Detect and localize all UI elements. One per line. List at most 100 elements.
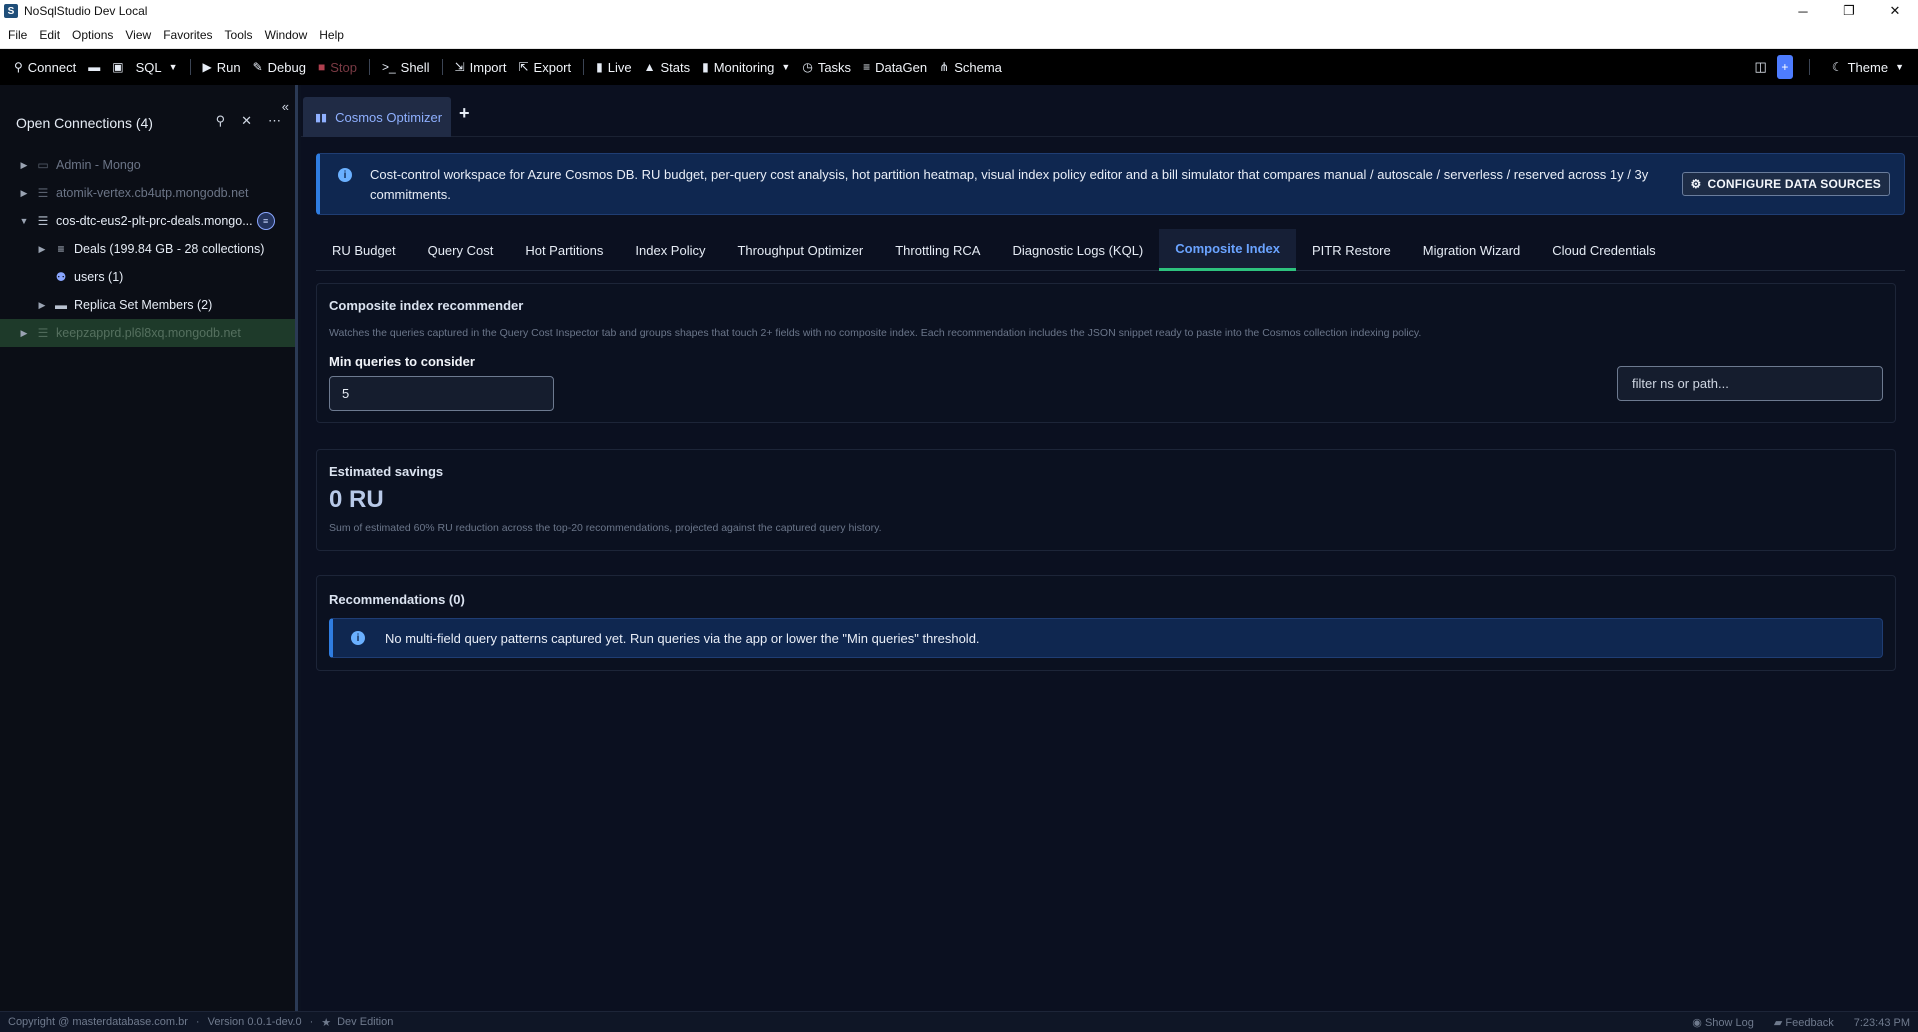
sql-dropdown[interactable]: SQL ▼: [130, 49, 184, 85]
clock-text: 7:23:43 PM: [1853, 1016, 1910, 1029]
menu-file[interactable]: File: [4, 28, 31, 42]
chart-area-icon: ▲: [643, 60, 656, 74]
menu-tools[interactable]: Tools: [221, 28, 257, 42]
toolbar-divider: [441, 59, 443, 75]
min-queries-input[interactable]: 5: [329, 376, 554, 411]
close-button[interactable]: ✕: [1872, 0, 1918, 22]
stop-button[interactable]: ■ Stop: [312, 49, 363, 85]
theme-dropdown[interactable]: ☾ Theme ▼: [1826, 49, 1910, 85]
tab-composite-index[interactable]: Composite Index: [1159, 229, 1296, 271]
database-item[interactable]: ▶ ≡ Deals (199.84 GB - 28 collections): [0, 235, 295, 263]
clock-icon: ◷: [802, 60, 813, 74]
tasks-button[interactable]: ◷ Tasks: [796, 49, 857, 85]
minimize-button[interactable]: ─: [1780, 0, 1826, 22]
savings-card: Estimated savings 0 RU Sum of estimated …: [316, 449, 1896, 551]
moon-icon: ☾: [1831, 60, 1843, 74]
export-icon: ⇱: [518, 60, 529, 74]
connection-item[interactable]: ▶ ▭ Admin - Mongo: [0, 151, 295, 179]
filter-input[interactable]: filter ns or path...: [1617, 366, 1883, 401]
chevron-right-icon[interactable]: ▶: [18, 160, 30, 171]
menu-favorites[interactable]: Favorites: [159, 28, 216, 42]
plug-icon: ⚲: [14, 60, 23, 74]
tab-migration-wizard[interactable]: Migration Wizard: [1407, 229, 1537, 271]
server-icon: ☰: [37, 186, 49, 200]
connection-item[interactable]: ▼ ☰ cos-dtc-eus2-plt-prc-deals.mongo... …: [0, 207, 295, 235]
menu-options[interactable]: Options: [68, 28, 117, 42]
caret-down-icon: ▼: [781, 62, 791, 72]
new-window-button[interactable]: +: [1776, 55, 1793, 79]
menu-window[interactable]: Window: [261, 28, 312, 42]
tab-cosmos-optimizer[interactable]: ▮▮ Cosmos Optimizer: [303, 97, 451, 137]
menu-view[interactable]: View: [121, 28, 155, 42]
window-controls: ─ ❐ ✕: [1780, 0, 1918, 22]
tab-throttling-rca[interactable]: Throttling RCA: [879, 229, 996, 271]
users-item[interactable]: ⚉ users (1): [0, 263, 295, 291]
tab-throughput-optimizer[interactable]: Throughput Optimizer: [721, 229, 879, 271]
menu-edit[interactable]: Edit: [35, 28, 64, 42]
recommendations-title: Recommendations (0): [329, 592, 465, 607]
savings-value: 0 RU: [329, 486, 384, 513]
debug-button[interactable]: ✎ Debug: [247, 49, 312, 85]
open-folder-button[interactable]: ▬: [82, 49, 106, 85]
tab-ru-budget[interactable]: RU Budget: [316, 229, 412, 271]
copyright-text: Copyright @ masterdatabase.com.br: [8, 1016, 188, 1028]
bar-chart-icon: ▮: [702, 60, 709, 74]
chevron-right-icon[interactable]: ▶: [36, 300, 48, 311]
import-icon: ⇲: [454, 60, 465, 74]
datagen-button[interactable]: ≡ DataGen: [857, 49, 933, 85]
savings-note: Sum of estimated 60% RU reduction across…: [329, 522, 882, 534]
schema-button[interactable]: ⋔ Schema: [933, 49, 1008, 85]
monitoring-dropdown[interactable]: ▮ Monitoring ▼: [696, 49, 796, 85]
feedback-button[interactable]: ▰ Feedback: [1774, 1016, 1834, 1029]
tab-query-cost[interactable]: Query Cost: [412, 229, 510, 271]
stats-button[interactable]: ▲ Stats: [638, 49, 697, 85]
database-badge-icon[interactable]: ≡: [256, 212, 275, 230]
more-icon[interactable]: ⋯: [268, 113, 281, 129]
empty-state-text: No multi-field query patterns captured y…: [385, 630, 980, 646]
tab-hot-partitions[interactable]: Hot Partitions: [509, 229, 619, 271]
save-button[interactable]: ▣: [106, 49, 129, 85]
menu-bar: File Edit Options View Favorites Tools W…: [0, 22, 1918, 49]
gear-icon: ⚙: [1690, 177, 1702, 191]
menu-help[interactable]: Help: [315, 28, 348, 42]
info-icon: i: [338, 168, 352, 182]
collapse-sidebar-icon[interactable]: «: [282, 99, 289, 114]
tab-cloud-credentials[interactable]: Cloud Credentials: [1536, 229, 1671, 271]
chevron-right-icon[interactable]: ▶: [18, 188, 30, 199]
main-panel: ▮▮ Cosmos Optimizer + i Cost-control wor…: [301, 85, 1918, 1011]
import-button[interactable]: ⇲ Import: [449, 49, 513, 85]
chevron-right-icon[interactable]: ▶: [18, 328, 30, 339]
tab-index-policy[interactable]: Index Policy: [619, 229, 721, 271]
sidebar-actions: ⚲ ✕ ⋯: [216, 113, 281, 129]
connection-item[interactable]: ▶ ☰ atomik-vertex.cb4utp.mongodb.net: [0, 179, 295, 207]
live-button[interactable]: ▮ Live: [590, 49, 637, 85]
configure-data-sources-button[interactable]: ⚙ CONFIGURE DATA SOURCES: [1681, 172, 1890, 196]
show-log-button[interactable]: ◉ Show Log: [1692, 1016, 1754, 1029]
replica-set-item[interactable]: ▶ ▬ Replica Set Members (2): [0, 291, 295, 319]
add-tab-button[interactable]: +: [459, 103, 470, 124]
maximize-button[interactable]: ❐: [1826, 0, 1872, 22]
chevron-right-icon[interactable]: ▶: [36, 244, 48, 255]
min-queries-label: Min queries to consider: [329, 354, 475, 369]
connect-button[interactable]: ⚲ Connect: [8, 49, 82, 85]
eye-icon: ◉: [1692, 1017, 1702, 1029]
tab-diagnostic-logs[interactable]: Diagnostic Logs (KQL): [996, 229, 1159, 271]
layout-panel-icon[interactable]: ◫: [1755, 59, 1767, 75]
monitor-icon: ▭: [37, 158, 49, 172]
tab-pitr-restore[interactable]: PITR Restore: [1296, 229, 1407, 271]
sidebar-header: Open Connections (4) « ⚲ ✕ ⋯: [0, 85, 295, 151]
sidebar-title: Open Connections (4): [16, 115, 153, 131]
chevron-down-icon[interactable]: ▼: [18, 216, 30, 226]
optimizer-tabs: RU Budget Query Cost Hot Partitions Inde…: [316, 229, 1905, 271]
recommender-card: Composite index recommender Watches the …: [316, 283, 1896, 423]
run-button[interactable]: ▶ Run: [197, 49, 247, 85]
search-icon[interactable]: ⚲: [216, 113, 226, 129]
status-bar: Copyright @ masterdatabase.com.br · Vers…: [0, 1011, 1918, 1032]
shell-button[interactable]: >_ Shell: [376, 49, 436, 85]
connection-item[interactable]: ▶ ☰ keepzapprd.pl6l8xq.mongodb.net: [0, 319, 295, 347]
comment-icon: ▰: [1773, 1017, 1783, 1029]
database-icon: ≡: [57, 242, 65, 256]
collapse-all-icon[interactable]: ✕: [241, 113, 252, 129]
empty-state-alert: i No multi-field query patterns captured…: [329, 618, 1883, 658]
export-button[interactable]: ⇱ Export: [512, 49, 577, 85]
